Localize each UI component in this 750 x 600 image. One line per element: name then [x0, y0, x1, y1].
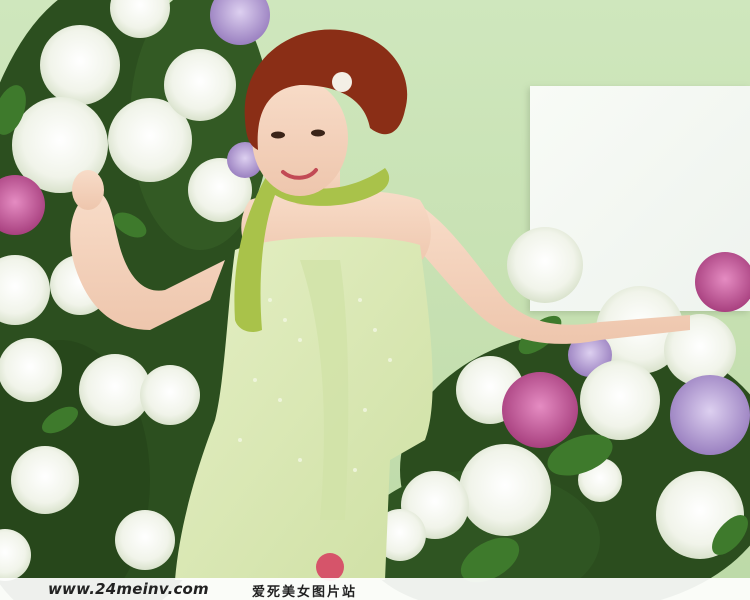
- hair-clip: [332, 72, 352, 92]
- photo: www.24meinv.com 爱死美女图片站: [0, 0, 750, 600]
- skirt-flower: [316, 553, 344, 581]
- left-hand: [72, 170, 104, 210]
- right-eye: [311, 129, 325, 137]
- left-eye: [271, 131, 285, 139]
- watermark-site-name: 爱死美女图片站: [252, 585, 358, 600]
- watermark-url: www.24meinv.com: [48, 580, 209, 598]
- photo-illustration: [0, 0, 750, 600]
- watermark-bar: www.24meinv.com 爱死美女图片站: [0, 578, 750, 600]
